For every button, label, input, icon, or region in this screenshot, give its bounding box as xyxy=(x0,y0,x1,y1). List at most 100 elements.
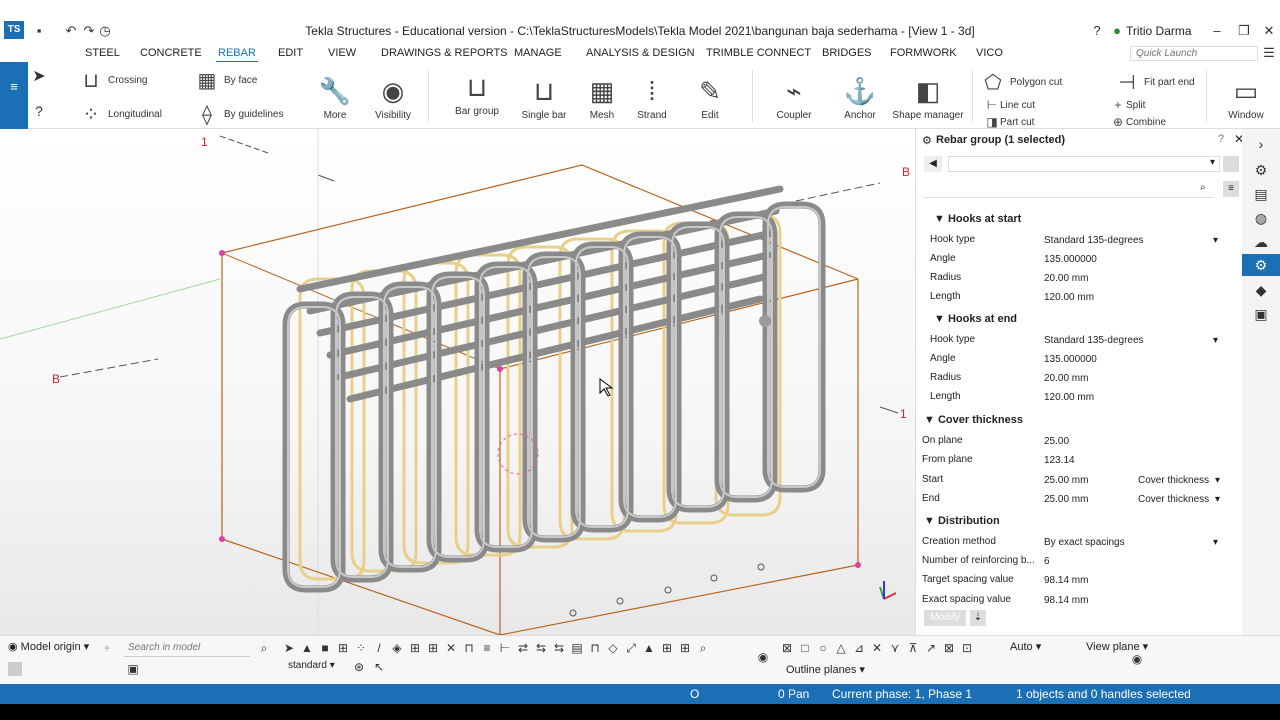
on-plane-field[interactable]: 25.00 xyxy=(1040,434,1222,449)
eye-icon-2[interactable]: ◉ xyxy=(1130,652,1144,666)
outline-planes-select[interactable]: Outline planes ▾ xyxy=(786,663,865,676)
selection-switch-icon[interactable]: ◇ xyxy=(606,641,620,655)
by-guidelines-button[interactable]: ⟠ By guidelines xyxy=(196,102,283,127)
panel-search-field[interactable] xyxy=(924,180,1214,198)
exact-spacing-field[interactable]: 98.14 mm xyxy=(1040,593,1222,608)
user-name[interactable]: Tritio Darma xyxy=(1126,24,1192,38)
side-menu-strip[interactable]: ≡ xyxy=(0,62,28,129)
split-button[interactable]: + Split xyxy=(1112,98,1145,112)
selection-switch-icon[interactable]: ■ xyxy=(318,641,332,655)
cover-end-mode-select[interactable]: Cover thickness xyxy=(1134,492,1224,507)
snap-switch-icon[interactable]: ⊼ xyxy=(906,641,920,655)
more-button[interactable]: 🔧 More xyxy=(318,76,352,121)
menu-concrete[interactable]: CONCRETE xyxy=(140,47,202,59)
cover-end-field[interactable]: 25.00 mm xyxy=(1040,492,1128,507)
snap-switch-icon[interactable]: △ xyxy=(834,641,848,655)
selection-switch-icon[interactable]: ▲ xyxy=(642,641,656,655)
edit-button[interactable]: ✎ Edit xyxy=(692,76,728,121)
part-cut-button[interactable]: ◨ Part cut xyxy=(986,115,1034,129)
hamburger-icon[interactable]: ≡ xyxy=(7,80,21,94)
menu-drawings-reports[interactable]: DRAWINGS & REPORTS xyxy=(381,47,508,59)
selection-switch-icon[interactable]: ≡ xyxy=(480,641,494,655)
properties-selector[interactable] xyxy=(948,156,1220,172)
back-icon[interactable]: ◀ xyxy=(924,156,942,172)
snap-switch-icon[interactable]: ⊠ xyxy=(780,641,794,655)
selection-switch-icon[interactable]: ⊞ xyxy=(408,641,422,655)
selection-switch-icon[interactable]: ▤ xyxy=(570,641,584,655)
selection-switch-icon[interactable]: ⁘ xyxy=(354,641,368,655)
selection-switch-icon[interactable]: ⊞ xyxy=(426,641,440,655)
save-properties-icon[interactable] xyxy=(1223,156,1239,172)
settings-link-icon[interactable]: ⚙ xyxy=(1242,159,1280,181)
quick-launch-input[interactable] xyxy=(1130,46,1258,61)
selection-switch-icon[interactable]: ⇆ xyxy=(552,641,566,655)
hooks-end-heading[interactable]: ▼ Hooks at end xyxy=(934,313,1017,325)
modify-button[interactable]: Modify xyxy=(924,610,966,626)
apps-icon[interactable]: ▣ xyxy=(1242,303,1280,325)
menu-steel[interactable]: STEEL xyxy=(85,47,120,59)
selection-switch-icon[interactable]: ▲ xyxy=(300,641,314,655)
menu-view[interactable]: VIEW xyxy=(328,47,356,59)
snap-switch-icon[interactable]: ⊿ xyxy=(852,641,866,655)
shape-manager-button[interactable]: ◧ Shape manager xyxy=(892,76,964,121)
longitudinal-button[interactable]: ⁘ Longitudinal xyxy=(80,102,162,127)
selection-switch-icon[interactable]: ◈ xyxy=(390,641,404,655)
ribbon-collapse-icon[interactable]: ☰ xyxy=(1262,46,1276,60)
panel-help-icon[interactable]: ? xyxy=(1218,133,1224,145)
menu-formwork[interactable]: FORMWORK xyxy=(890,47,957,59)
selection-switch-icon[interactable]: ⊢ xyxy=(498,641,512,655)
query-icon[interactable]: ? xyxy=(32,104,46,118)
hooks-start-heading[interactable]: ▼ Hooks at start xyxy=(934,213,1021,225)
globe-icon[interactable]: ◍ xyxy=(1242,207,1280,229)
selection-switch-icon[interactable]: ⤢ xyxy=(624,641,638,655)
expand-icon[interactable]: › xyxy=(1242,133,1280,155)
menu-vico[interactable]: VICO xyxy=(976,47,1003,59)
menu-manage[interactable]: MANAGE xyxy=(514,47,562,59)
distribution-heading[interactable]: ▼ Distribution xyxy=(924,515,1000,527)
selection-switch-icon[interactable]: ⊞ xyxy=(336,641,350,655)
minimize-icon[interactable]: – xyxy=(1210,24,1224,38)
polygon-cut-button[interactable]: ⬠ Polygon cut xyxy=(982,70,1062,95)
combine-button[interactable]: ⊕ Combine xyxy=(1112,115,1166,129)
close-icon[interactable]: ✕ xyxy=(1262,24,1276,38)
snap-switch-icon[interactable]: □ xyxy=(798,641,812,655)
selection-switch-icon[interactable]: ➤ xyxy=(282,641,296,655)
line-cut-button[interactable]: ⊢ Line cut xyxy=(986,98,1035,112)
menu-bridges[interactable]: BRIDGES xyxy=(822,47,872,59)
cloud-icon[interactable]: ☁ xyxy=(1242,231,1280,253)
add-workplane-icon[interactable]: + xyxy=(100,641,114,655)
snap-switch-icon[interactable]: ⊡ xyxy=(960,641,974,655)
model-search-input[interactable] xyxy=(124,639,250,657)
maximize-icon[interactable]: ❐ xyxy=(1237,24,1251,38)
hook-start-type-select[interactable]: Standard 135-degrees xyxy=(1040,233,1222,248)
mesh-button[interactable]: ▦ Mesh xyxy=(584,76,620,121)
hook-start-angle-field[interactable]: 135.000000 xyxy=(1040,252,1222,267)
snap-settings-icon[interactable]: ▣ xyxy=(126,662,140,676)
visibility-button[interactable]: ◉ Visibility xyxy=(372,76,414,121)
filter-icon[interactable]: ≡ xyxy=(1223,181,1239,197)
selection-switch-icon[interactable]: ✕ xyxy=(444,641,458,655)
search-model-icon[interactable]: ⌕ xyxy=(257,641,271,655)
user-icon[interactable]: ● xyxy=(1110,24,1124,38)
cover-start-field[interactable]: 25.00 mm xyxy=(1040,473,1128,488)
window-button[interactable]: ▭ Window xyxy=(1224,76,1268,121)
crossing-button[interactable]: ⊔ Crossing xyxy=(80,68,147,93)
selection-switch-icon[interactable]: ⊞ xyxy=(660,641,674,655)
snap-switch-icon[interactable]: ○ xyxy=(816,641,830,655)
properties-tab-icon[interactable]: ⚙ xyxy=(1242,254,1280,276)
strand-button[interactable]: ⁞ Strand xyxy=(634,76,670,121)
selection-switch-icon[interactable]: ⇆ xyxy=(534,641,548,655)
hook-end-length-field[interactable]: 120.00 mm xyxy=(1040,390,1222,405)
eye-icon[interactable]: ◉ xyxy=(756,650,770,664)
selection-filter-icon[interactable]: ⊛ xyxy=(352,660,366,674)
number-bars-field[interactable]: 6 xyxy=(1040,554,1222,569)
standard-select[interactable]: standard ▾ xyxy=(288,660,335,671)
auto-select[interactable]: Auto ▾ xyxy=(1010,640,1041,653)
hook-end-type-select[interactable]: Standard 135-degrees xyxy=(1040,333,1222,348)
select-arrow-icon[interactable]: ➤ xyxy=(32,69,46,85)
selection-switch-icon[interactable]: ⊞ xyxy=(678,641,692,655)
hook-start-length-field[interactable]: 120.00 mm xyxy=(1040,290,1222,305)
hook-end-radius-field[interactable]: 20.00 mm xyxy=(1040,371,1222,386)
target-spacing-field[interactable]: 98.14 mm xyxy=(1040,573,1222,588)
selection-switch-icon[interactable]: / xyxy=(372,641,386,655)
